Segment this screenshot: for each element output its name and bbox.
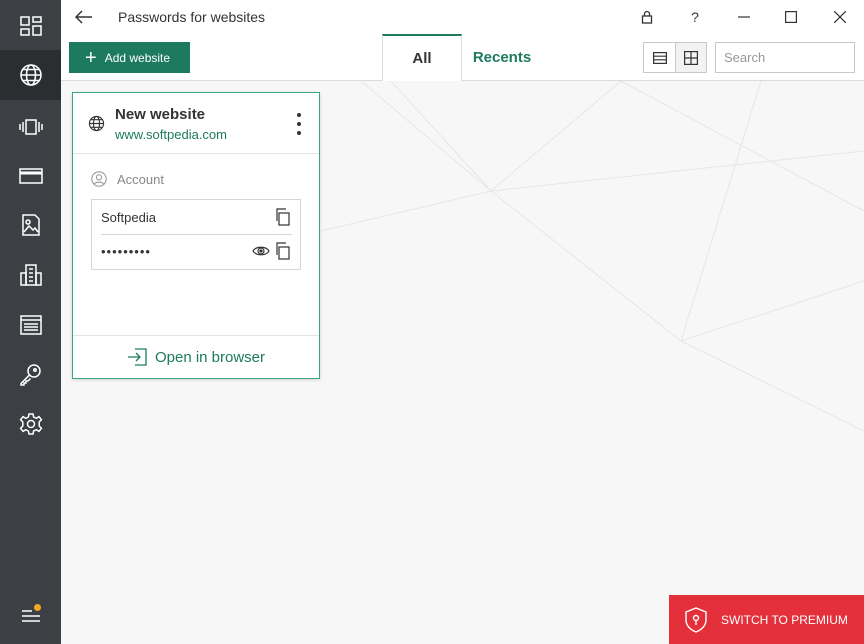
dashboard-icon <box>19 16 42 36</box>
divider <box>101 234 292 235</box>
maximize-button[interactable] <box>777 4 805 30</box>
switch-to-premium-label: SWITCH TO PREMIUM <box>721 612 848 627</box>
switch-to-premium-button[interactable]: SWITCH TO PREMIUM <box>669 595 864 644</box>
list-view-icon <box>652 51 667 64</box>
plus-icon: + <box>85 46 97 69</box>
credentials-box: Softpedia ••••••••• <box>91 199 301 270</box>
help-button[interactable]: ? <box>681 4 709 30</box>
globe-icon <box>19 64 42 86</box>
image-document-icon <box>21 214 40 236</box>
sidebar-item-documents[interactable] <box>0 200 61 250</box>
card-menu-button[interactable] <box>291 113 307 135</box>
sidebar-item-websites[interactable] <box>0 50 61 100</box>
website-card[interactable]: New website www.softpedia.com Account So… <box>72 92 320 379</box>
title-bar: Passwords for websites ? <box>61 0 864 34</box>
main-content: New website www.softpedia.com Account So… <box>61 81 864 644</box>
open-in-browser-icon <box>127 348 147 366</box>
back-arrow-icon <box>75 10 92 24</box>
lock-icon <box>641 10 653 24</box>
grid-view-icon <box>684 50 698 65</box>
sidebar-item-dashboard[interactable] <box>0 1 61 51</box>
view-mode-toggle <box>643 42 707 73</box>
close-button[interactable] <box>826 4 854 30</box>
tab-recents[interactable]: Recents <box>462 34 542 81</box>
password-value: ••••••••• <box>101 244 151 259</box>
sidebar-menu-button[interactable] <box>0 591 61 641</box>
tab-all[interactable]: All <box>382 34 462 82</box>
globe-icon <box>88 115 105 132</box>
website-url[interactable]: www.softpedia.com <box>115 127 227 142</box>
more-dot <box>297 113 301 117</box>
apps-icon <box>18 119 43 135</box>
grid-view-button[interactable] <box>675 43 706 72</box>
sidebar-item-password-generator[interactable] <box>0 350 61 400</box>
account-label: Account <box>117 171 164 187</box>
settings-icon <box>19 413 42 435</box>
username-value: Softpedia <box>101 210 156 225</box>
minimize-icon <box>738 16 750 18</box>
card-header: New website www.softpedia.com <box>73 93 319 154</box>
website-name: New website <box>115 106 206 123</box>
copy-password-icon[interactable] <box>274 242 292 260</box>
more-dot <box>297 131 301 135</box>
building-icon <box>19 264 42 286</box>
add-website-button[interactable]: + Add website <box>69 42 190 73</box>
open-in-browser-label: Open in browser <box>154 348 266 366</box>
window-title: Passwords for websites <box>118 9 266 25</box>
maximize-icon <box>785 11 797 23</box>
copy-username-icon[interactable] <box>274 208 292 226</box>
help-icon: ? <box>691 9 699 25</box>
more-dot <box>297 122 301 126</box>
toolbar: + Add website All Recents <box>61 34 864 82</box>
add-website-label: Add website <box>104 50 171 65</box>
sidebar-item-addresses[interactable] <box>0 250 61 300</box>
sidebar-item-settings[interactable] <box>0 399 61 449</box>
key-icon <box>19 364 41 386</box>
sidebar <box>0 0 61 644</box>
back-button[interactable] <box>73 6 95 28</box>
notification-dot <box>34 604 41 611</box>
list-view-button[interactable] <box>644 43 675 72</box>
bank-card-icon <box>18 168 43 184</box>
shield-lock-icon <box>685 606 707 633</box>
search-input[interactable] <box>715 42 855 73</box>
sidebar-item-notes[interactable] <box>0 300 61 350</box>
minimize-button[interactable] <box>730 4 758 30</box>
account-row: Account <box>91 171 164 187</box>
sidebar-item-apps[interactable] <box>0 102 61 152</box>
user-icon <box>91 171 107 187</box>
notes-icon <box>19 315 42 335</box>
close-icon <box>834 11 846 23</box>
sidebar-item-bank-cards[interactable] <box>0 151 61 201</box>
show-password-icon[interactable] <box>252 242 270 260</box>
lock-button[interactable] <box>633 4 661 30</box>
open-in-browser-button[interactable]: Open in browser <box>73 335 319 378</box>
